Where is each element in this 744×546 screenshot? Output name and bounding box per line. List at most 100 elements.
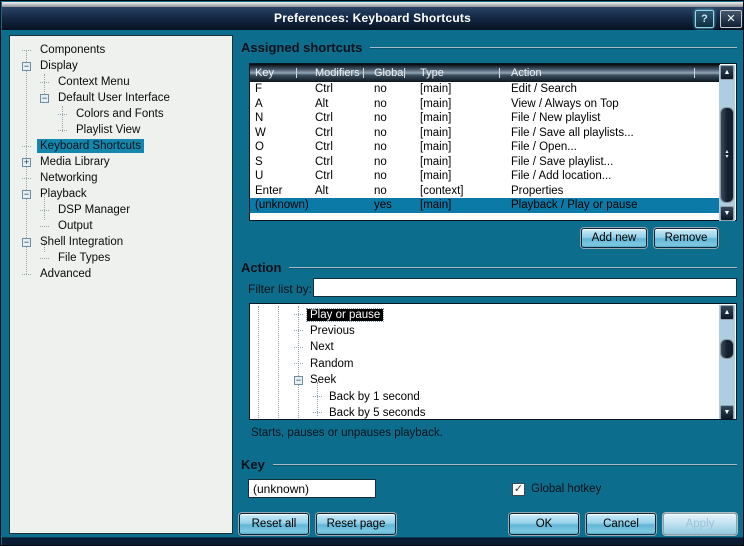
collapse-icon[interactable]: −: [22, 190, 31, 199]
shortcut-action: File / Open...: [511, 140, 577, 155]
shortcut-row[interactable]: (unknown)yes[main]Playback / Play or pau…: [250, 198, 720, 213]
tree-item-colors-and-fonts[interactable]: Colors and Fonts: [14, 106, 167, 122]
tree-item-advanced[interactable]: Advanced: [14, 266, 94, 282]
add-new-button[interactable]: Add new: [581, 228, 647, 248]
tree-item-default-user-interface[interactable]: −Default User Interface: [14, 90, 173, 106]
shortcut-modifiers: Ctrl: [315, 155, 333, 170]
shortcut-action: File / Save all playlists...: [511, 126, 634, 141]
scrollbar-thumb[interactable]: ▴ ▾: [720, 107, 734, 203]
cancel-button[interactable]: Cancel: [586, 513, 656, 535]
help-button[interactable]: ?: [695, 10, 714, 28]
key-heading-text: Key: [241, 457, 265, 472]
action-item-back-by-5-seconds[interactable]: Back by 5 seconds: [313, 405, 429, 420]
tree-item-file-types[interactable]: File Types: [14, 250, 113, 266]
apply-button[interactable]: Apply: [663, 513, 737, 535]
column-header-modifiers[interactable]: Modifiers: [315, 64, 360, 82]
shortcut-row[interactable]: OCtrlno[main]File / Open...: [250, 140, 720, 155]
tree-item-context-menu[interactable]: Context Menu: [14, 74, 133, 90]
action-item-seek[interactable]: −Seek: [294, 373, 339, 388]
action-item-random[interactable]: Random: [294, 356, 356, 371]
scroll-up-icon: ▲: [724, 309, 731, 316]
column-divider[interactable]: [694, 68, 695, 78]
filter-input[interactable]: [313, 278, 737, 297]
preferences-dialog: Preferences: Keyboard Shortcuts ? ✕ Comp…: [0, 0, 744, 546]
tree-connector: [294, 330, 303, 331]
collapse-icon[interactable]: −: [22, 238, 31, 247]
ok-button[interactable]: OK: [509, 513, 579, 535]
shortcut-action: Edit / Search: [511, 82, 577, 97]
tree-item-label: Display: [37, 59, 81, 73]
action-item-back-by-1-second[interactable]: Back by 1 second: [313, 389, 423, 404]
reset-page-button[interactable]: Reset page: [316, 513, 396, 535]
tree-item-shell-integration[interactable]: −Shell Integration: [14, 234, 126, 250]
filter-label: Filter list by:: [248, 282, 312, 296]
tree-connector: [22, 274, 31, 275]
column-divider[interactable]: [363, 68, 364, 78]
scroll-down-icon: ▼: [724, 210, 731, 217]
shortcut-row[interactable]: UCtrlno[main]File / Add location...: [250, 169, 720, 184]
scroll-up-button[interactable]: ▲: [720, 305, 734, 320]
heading-rule: [289, 267, 737, 268]
assigned-shortcuts-heading-text: Assigned shortcuts: [241, 40, 362, 55]
tree-item-display[interactable]: −Display: [14, 58, 81, 74]
scroll-down-button[interactable]: ▼: [720, 206, 734, 221]
scroll-up-button[interactable]: ▲: [720, 65, 734, 80]
shortcut-action: Playback / Play or pause: [511, 198, 638, 213]
column-header-action[interactable]: Action: [511, 64, 542, 82]
titlebar[interactable]: Preferences: Keyboard Shortcuts ? ✕: [2, 7, 743, 30]
shortcuts-scrollbar[interactable]: ▲ ▴ ▾ ▼: [719, 65, 735, 221]
tree-item-label: Components: [37, 43, 108, 57]
tree-item-output[interactable]: Output: [14, 218, 96, 234]
shortcut-row[interactable]: NCtrlno[main]File / New playlist: [250, 111, 720, 126]
action-item-label: Play or pause: [307, 309, 383, 321]
shortcut-row[interactable]: WCtrlno[main]File / Save all playlists..…: [250, 126, 720, 141]
shortcut-row[interactable]: FCtrlno[main]Edit / Search: [250, 82, 720, 97]
window-title: Preferences: Keyboard Shortcuts: [2, 7, 743, 30]
tree-item-media-library[interactable]: +Media Library: [14, 154, 113, 170]
column-header-global[interactable]: Global: [374, 64, 406, 82]
action-scrollbar[interactable]: ▲ ▼: [719, 305, 735, 420]
column-divider[interactable]: [296, 68, 297, 78]
column-header-key[interactable]: Key: [255, 64, 274, 82]
tree-item-label: Keyboard Shortcuts: [37, 139, 144, 153]
key-heading: Key: [241, 457, 737, 472]
shortcut-key: W: [255, 126, 266, 141]
collapse-icon[interactable]: −: [22, 62, 31, 71]
heading-rule: [370, 47, 737, 48]
scroll-down-button[interactable]: ▼: [720, 405, 734, 420]
tree-item-playback[interactable]: −Playback: [14, 186, 90, 202]
column-header-type[interactable]: Type: [420, 64, 444, 82]
tree-connector: [40, 258, 49, 259]
collapse-icon[interactable]: −: [40, 94, 49, 103]
global-hotkey-label: Global hotkey: [531, 483, 601, 495]
collapse-icon[interactable]: −: [294, 376, 303, 385]
tree-item-playlist-view[interactable]: Playlist View: [14, 122, 143, 138]
scrollbar-thumb[interactable]: [720, 339, 734, 359]
shortcut-row[interactable]: AAltno[main]View / Always on Top: [250, 97, 720, 112]
assigned-shortcuts-heading: Assigned shortcuts: [241, 40, 737, 55]
tree-item-networking[interactable]: Networking: [14, 170, 101, 186]
column-divider[interactable]: [404, 68, 405, 78]
action-item-play-or-pause[interactable]: Play or pause: [294, 307, 383, 322]
shortcut-row[interactable]: SCtrlno[main]File / Save playlist...: [250, 155, 720, 170]
tree-connector: [294, 314, 303, 315]
key-input[interactable]: [248, 479, 376, 498]
tree-item-dsp-manager[interactable]: DSP Manager: [14, 202, 133, 218]
shortcuts-table-header[interactable]: Key Modifiers Global Type Action: [250, 64, 720, 82]
global-hotkey-checkbox[interactable]: ✓: [512, 483, 525, 496]
action-item-previous[interactable]: Previous: [294, 323, 358, 338]
tree-item-label: Playback: [37, 187, 90, 201]
reset-all-button[interactable]: Reset all: [239, 513, 309, 535]
shortcut-row[interactable]: EnterAltno[context]Properties: [250, 184, 720, 199]
shortcut-type: [main]: [420, 97, 451, 112]
column-divider[interactable]: [499, 68, 500, 78]
remove-button[interactable]: Remove: [654, 228, 718, 248]
shortcut-modifiers: Ctrl: [315, 126, 333, 141]
shortcut-global: no: [374, 111, 387, 126]
tree-item-components[interactable]: Components: [14, 42, 108, 58]
action-item-next[interactable]: Next: [294, 340, 337, 355]
tree-item-keyboard-shortcuts[interactable]: Keyboard Shortcuts: [14, 138, 144, 154]
shortcut-action: File / New playlist: [511, 111, 600, 126]
close-button[interactable]: ✕: [720, 10, 742, 28]
expand-icon[interactable]: +: [22, 158, 31, 167]
